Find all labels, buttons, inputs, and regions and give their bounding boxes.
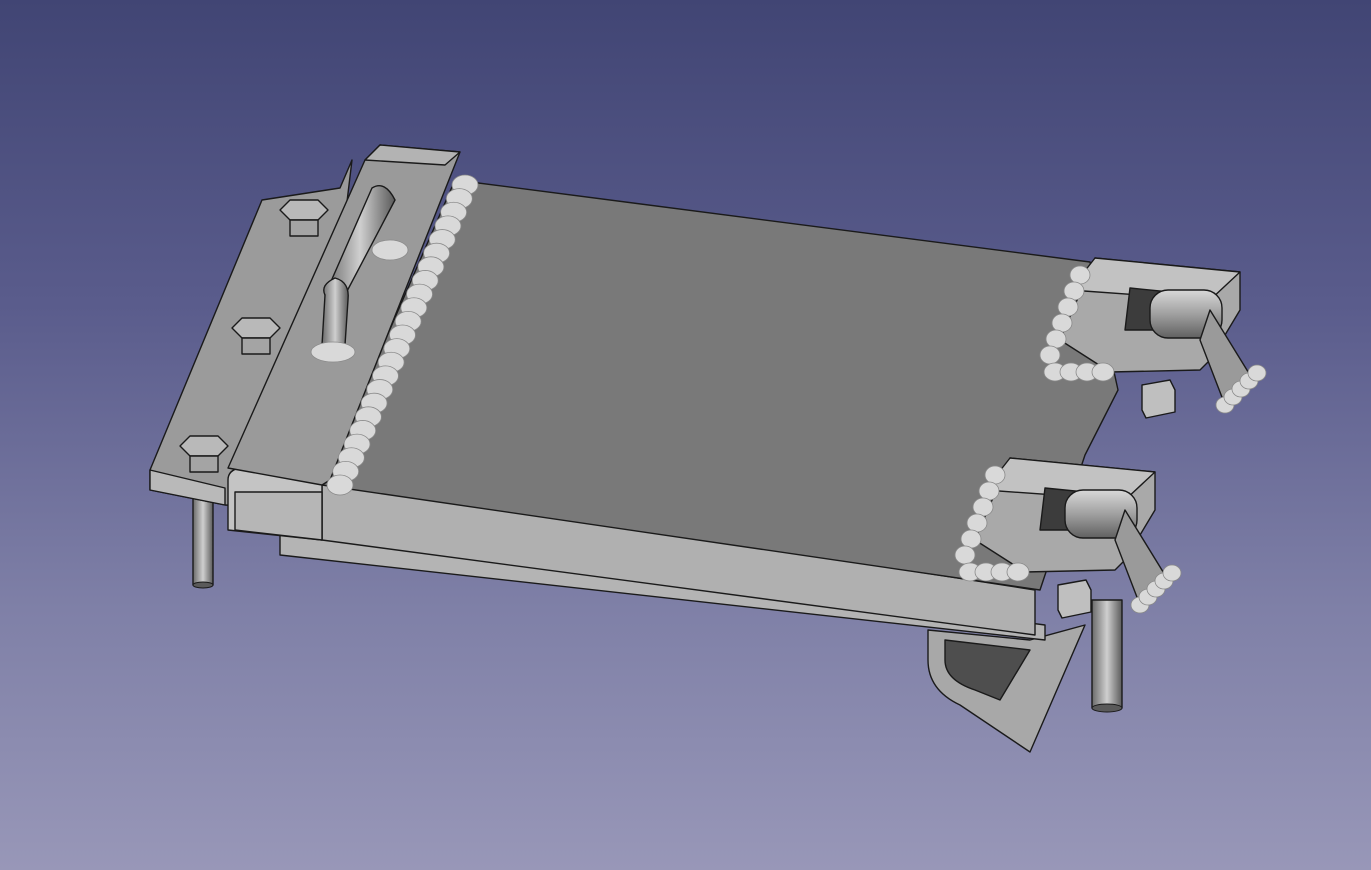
right-leg [1091,599,1123,713]
bottom-bracket [927,624,1086,753]
3d-viewport[interactable] [0,0,1371,870]
3d-model-view[interactable] [0,0,1371,870]
left-leg [192,489,214,589]
